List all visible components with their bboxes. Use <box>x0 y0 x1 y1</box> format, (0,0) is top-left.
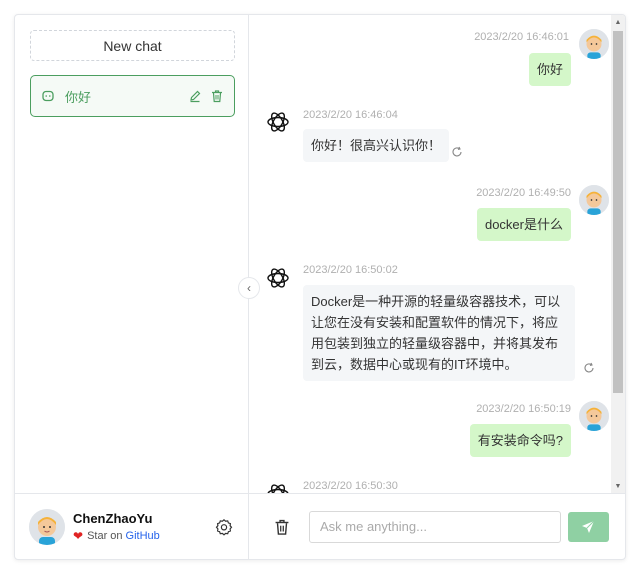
message-time: 2023/2/20 16:46:01 <box>474 31 569 43</box>
star-line: ❤ Star on GitHub <box>73 529 214 543</box>
chevron-left-icon[interactable]: ‹ <box>238 277 260 299</box>
user-profile: ChenZhaoYu ❤ Star on GitHub <box>15 493 248 559</box>
message-time: 2023/2/20 16:50:02 <box>303 264 398 276</box>
user-info: ChenZhaoYu ❤ Star on GitHub <box>73 511 214 543</box>
user-avatar <box>579 401 609 431</box>
scrollbar-thumb[interactable] <box>613 31 623 393</box>
user-avatar <box>579 185 609 215</box>
paper-plane-icon <box>580 519 596 535</box>
message-time: 2023/2/20 16:49:50 <box>476 187 571 199</box>
chat-main: 2023/2/20 16:46:01 你好 2023/2/20 16:46:04… <box>249 15 625 559</box>
message-time: 2023/2/20 16:46:04 <box>303 109 398 121</box>
message-time: 2023/2/20 16:50:19 <box>476 403 571 415</box>
conversation-item[interactable]: 你好 <box>30 75 235 117</box>
send-button[interactable] <box>567 511 609 542</box>
new-chat-button[interactable]: New chat <box>30 30 235 61</box>
assistant-message-bubble: 你好！很高兴认识你！ <box>303 129 450 162</box>
star-text: Star on <box>87 529 123 542</box>
chat-bubble-icon <box>41 89 55 103</box>
scroll-down-arrow[interactable]: ▼ <box>611 479 625 493</box>
message-time: 2023/2/20 16:50:30 <box>303 480 398 492</box>
openai-logo-icon <box>265 265 291 291</box>
conversation-title: 你好 <box>65 89 92 105</box>
trash-icon[interactable] <box>210 89 224 103</box>
github-link[interactable]: GitHub <box>126 530 160 542</box>
user-avatar <box>29 508 65 545</box>
user-message-bubble: 有安装命令吗? <box>469 424 571 457</box>
chat-input[interactable] <box>309 510 561 543</box>
user-name: ChenZhaoYu <box>73 510 153 526</box>
message-list: 2023/2/20 16:46:01 你好 2023/2/20 16:46:04… <box>249 15 611 493</box>
sidebar: New chat 你好 ChenZhaoYu ❤ Star on GitHub <box>15 15 249 559</box>
openai-logo-icon <box>265 481 291 493</box>
scroll-up-arrow[interactable]: ▲ <box>611 15 625 29</box>
chat-app: New chat 你好 ChenZhaoYu ❤ Star on GitHub … <box>14 14 626 560</box>
trash-icon[interactable] <box>273 518 291 536</box>
input-bar <box>249 493 625 559</box>
user-message-bubble: docker是什么 <box>476 208 571 241</box>
openai-logo-icon <box>265 109 291 135</box>
message-scrollbar[interactable]: ▲ ▼ <box>611 15 625 493</box>
refresh-icon[interactable] <box>583 361 595 373</box>
gear-icon[interactable] <box>214 517 234 537</box>
refresh-icon[interactable] <box>451 145 463 157</box>
user-message-bubble: 你好 <box>528 53 571 86</box>
pencil-icon[interactable] <box>188 89 202 103</box>
user-avatar <box>579 29 609 59</box>
heart-icon: ❤ <box>73 528 84 543</box>
assistant-message-bubble: Docker是一种开源的轻量级容器技术，可以让您在没有安装和配置软件的情况下，将… <box>303 285 575 381</box>
